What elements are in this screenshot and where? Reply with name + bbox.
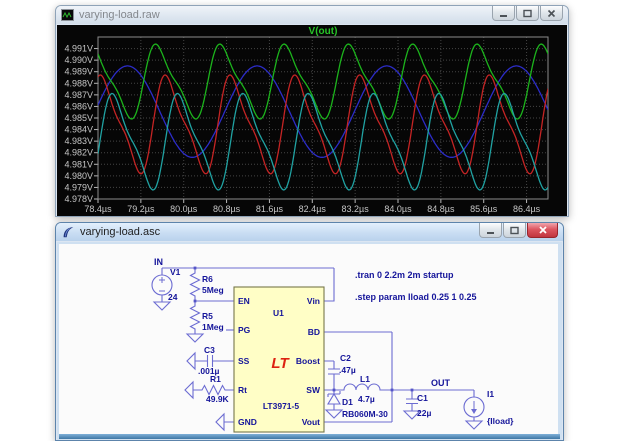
label-l1-ref[interactable]: L1 <box>360 374 370 384</box>
label-c1-value[interactable]: 22µ <box>417 408 431 418</box>
x-axis-label: 85.6µs <box>470 204 498 214</box>
schematic-canvas[interactable]: IN OUT .tran 0 2.2m 2m startup .step par… <box>59 244 558 434</box>
pin-vout: Vout <box>302 417 320 427</box>
x-axis-label: 84.8µs <box>427 204 455 214</box>
maximize-icon <box>523 9 532 18</box>
label-c2-ref[interactable]: C2 <box>340 353 351 363</box>
label-l1-value[interactable]: 4.7µ <box>358 394 375 404</box>
lt-logo: LT <box>271 355 290 372</box>
close-icon <box>547 9 556 18</box>
x-axis-label: 80.0µs <box>170 204 198 214</box>
schematic-window-title: varying-load.asc <box>80 226 160 238</box>
y-axis-label: 4.984V <box>64 125 93 135</box>
diode-d1[interactable] <box>326 390 342 418</box>
minimize-button[interactable] <box>492 6 515 21</box>
x-axis-label: 78.4µs <box>84 204 112 214</box>
resistor-r6[interactable] <box>191 268 200 301</box>
x-axis-label: 79.2µs <box>127 204 155 214</box>
waveform-window-title: varying-load.raw <box>79 9 160 21</box>
label-u1-ref[interactable]: U1 <box>273 308 284 318</box>
desktop: { "plot_window": { "title": "varying-loa… <box>0 0 630 440</box>
waveform-plot-area[interactable]: 4.991V4.990V 4.989V4.988V 4.987V4.986V 4.98… <box>57 25 567 216</box>
label-u1-part[interactable]: LT3971-5 <box>263 401 299 411</box>
label-r5-value[interactable]: 1Meg <box>202 322 224 332</box>
y-axis-label: 4.987V <box>64 90 93 100</box>
label-r5-ref[interactable]: R5 <box>202 311 213 321</box>
y-axis-label: 4.981V <box>64 159 93 169</box>
waveform-window: varying-load.raw 4.991V4.990V 4.989V4.988… <box>55 5 569 217</box>
label-r6-ref[interactable]: R6 <box>202 274 213 284</box>
pin-vin: Vin <box>307 296 320 306</box>
y-axis-label: 4.985V <box>64 113 93 123</box>
schematic-window: varying-load.asc <box>55 222 564 441</box>
resistor-r5[interactable] <box>187 301 203 342</box>
label-r6-value[interactable]: 5Meg <box>202 285 224 295</box>
schematic-canvas-frame: IN OUT .tran 0 2.2m 2m startup .step par… <box>57 242 562 440</box>
capacitor-c2[interactable] <box>324 361 340 390</box>
waveform-titlebar[interactable]: varying-load.raw <box>56 6 568 24</box>
pin-sw: SW <box>306 385 321 395</box>
label-r1-value[interactable]: 49.9K <box>206 394 230 404</box>
ground-gnd-pin[interactable] <box>216 414 234 430</box>
schematic-titlebar[interactable]: varying-load.asc <box>56 223 563 241</box>
x-axis-label: 84.0µs <box>384 204 412 214</box>
y-axis-label: 4.989V <box>64 67 93 77</box>
pin-pg: PG <box>238 325 251 335</box>
waveform-plot[interactable]: 4.991V4.990V 4.989V4.988V 4.987V4.986V 4.98… <box>57 25 567 215</box>
directive-step[interactable]: .step param Iload 0.25 1 0.25 <box>355 292 477 302</box>
schematic-drawing[interactable]: IN OUT .tran 0 2.2m 2m startup .step par… <box>59 244 558 434</box>
pin-boost: Boost <box>296 356 320 366</box>
maximize-button[interactable] <box>516 6 539 21</box>
pin-gnd: GND <box>238 417 257 427</box>
y-axis-label: 4.978V <box>64 194 93 204</box>
y-axis-label: 4.983V <box>64 136 93 146</box>
label-c3-ref[interactable]: C3 <box>204 345 215 355</box>
label-c2-value[interactable]: .47µ <box>339 365 356 375</box>
label-i1-ref[interactable]: I1 <box>487 389 494 399</box>
current-source-i1[interactable] <box>464 390 484 429</box>
label-r1-ref[interactable]: R1 <box>210 374 221 384</box>
close-icon <box>538 225 548 235</box>
label-c1-ref[interactable]: C1 <box>417 393 428 403</box>
minimize-icon <box>486 226 495 235</box>
maximize-icon <box>510 226 519 235</box>
x-axis-label: 81.6µs <box>256 204 284 214</box>
y-axis-label: 4.982V <box>64 148 93 158</box>
net-label-in[interactable]: IN <box>154 257 163 267</box>
y-axis-label: 4.988V <box>64 78 93 88</box>
y-axis-label: 4.990V <box>64 55 93 65</box>
y-axis-label: 4.986V <box>64 101 93 111</box>
y-axis-label: 4.980V <box>64 171 93 181</box>
ltspice-icon <box>61 225 75 239</box>
minimize-button[interactable] <box>479 223 502 238</box>
label-v1-value[interactable]: 24 <box>168 292 178 302</box>
label-v1-ref[interactable]: V1 <box>170 267 181 277</box>
label-d1-ref[interactable]: D1 <box>342 397 353 407</box>
pin-ss: SS <box>238 356 250 366</box>
net-label-out[interactable]: OUT <box>431 378 451 388</box>
plot-title: V(out) <box>309 26 338 37</box>
minimize-icon <box>499 9 508 18</box>
y-axis-label: 4.979V <box>64 182 93 192</box>
x-axis-label: 86.4µs <box>513 204 541 214</box>
label-d1-value[interactable]: RB060M-30 <box>342 409 388 419</box>
label-i1-value[interactable]: {Iload} <box>487 416 514 426</box>
x-axis-label: 83.2µs <box>342 204 370 214</box>
x-axis-label: 80.8µs <box>213 204 241 214</box>
close-button[interactable] <box>527 223 558 238</box>
trace-Iload=0.50[interactable] <box>98 44 548 119</box>
voltage-source-v1[interactable] <box>152 268 172 310</box>
pin-bd: BD <box>308 327 320 337</box>
x-axis-label: 82.4µs <box>299 204 327 214</box>
close-button[interactable] <box>540 6 563 21</box>
maximize-button[interactable] <box>503 223 526 238</box>
pin-en: EN <box>238 296 250 306</box>
pin-rt: Rt <box>238 385 247 395</box>
waveform-file-icon <box>61 9 74 21</box>
y-axis-label: 4.991V <box>64 44 93 54</box>
window-bottom-edge <box>59 434 560 439</box>
directive-tran[interactable]: .tran 0 2.2m 2m startup <box>355 270 454 280</box>
